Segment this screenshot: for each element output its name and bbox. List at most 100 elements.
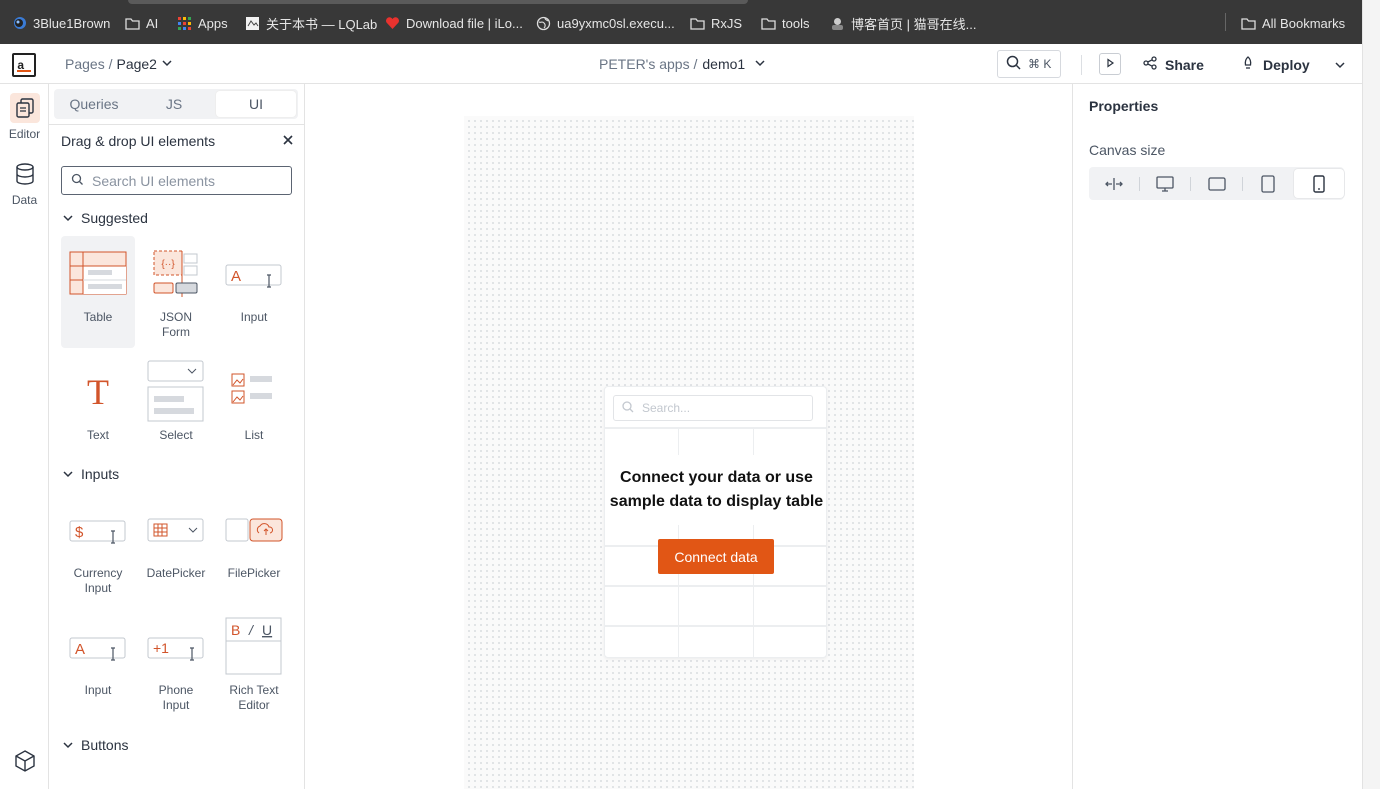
filepicker-widget-icon — [217, 492, 291, 566]
folder-icon — [1241, 16, 1256, 31]
3b1b-icon — [12, 16, 27, 31]
app-window: { "bookmarks": [ {"label": "3Blue1Brown"… — [0, 0, 1380, 789]
section-inputs[interactable]: Inputs — [63, 466, 119, 482]
editor-pages-icon — [9, 93, 40, 123]
widget-card-rich-text-editor[interactable]: B / U Rich Text Editor — [217, 609, 291, 713]
widget-card-json-form[interactable]: {··} JSON Form — [139, 236, 213, 340]
text-widget-icon: T — [61, 354, 135, 428]
bookmark-tools[interactable]: tools — [761, 14, 809, 32]
tab-queries[interactable]: Queries — [54, 89, 134, 119]
table-widget[interactable]: Search... Connect your data or use sampl… — [604, 386, 827, 658]
input-widget-icon: A — [217, 236, 291, 310]
bookmark-rxjs[interactable]: RxJS — [690, 14, 742, 32]
folder-icon — [125, 16, 140, 31]
widget-card-datepicker[interactable]: DatePicker — [139, 492, 213, 581]
workspace-name: PETER's apps / — [599, 56, 698, 72]
chevron-down-icon — [63, 466, 73, 482]
widget-card-select[interactable]: Select — [139, 354, 213, 443]
database-icon — [10, 159, 40, 189]
input-widget-icon: A — [61, 609, 135, 683]
chevron-down-icon — [63, 210, 73, 226]
widget-card-phone-input[interactable]: +1 Phone Input — [139, 609, 213, 713]
section-suggested[interactable]: Suggested — [63, 210, 148, 226]
window-edge-scrollbar — [1362, 0, 1380, 789]
widget-card-currency-input[interactable]: $ Currency Input — [61, 492, 135, 596]
page-breadcrumb[interactable]: Pages / Page2 — [65, 56, 173, 72]
widget-card-input-2[interactable]: A Input — [61, 609, 135, 698]
svg-text:B: B — [231, 622, 240, 638]
chevron-down-icon — [161, 56, 173, 72]
bookmark-lqlab[interactable]: 关于本书 — LQLab — [245, 14, 377, 32]
app-title[interactable]: PETER's apps / demo1 — [599, 56, 766, 72]
app-header: a_ Pages / Page2 PETER's apps / demo1 ⌘ … — [0, 44, 1362, 84]
widget-card-input[interactable]: A Input — [217, 236, 291, 325]
bookmark-3blue1brown[interactable]: 3Blue1Brown — [12, 14, 110, 32]
svg-text:{··}: {··} — [161, 259, 175, 270]
site-favicon-icon — [245, 16, 260, 31]
deploy-button[interactable]: Deploy — [1241, 56, 1310, 73]
widget-card-text[interactable]: T Text — [61, 354, 135, 443]
json-form-widget-icon: {··} — [139, 236, 213, 310]
preview-button[interactable] — [1099, 53, 1121, 75]
widget-search-field[interactable] — [61, 166, 292, 195]
connect-data-button[interactable]: Connect data — [658, 539, 774, 574]
rich-text-editor-widget-icon: B / U — [217, 609, 291, 683]
tab-js[interactable]: JS — [134, 89, 214, 119]
close-icon[interactable] — [282, 133, 294, 150]
widget-card-table[interactable]: Table — [61, 236, 135, 348]
properties-title: Properties — [1089, 98, 1159, 114]
list-widget-icon — [217, 354, 291, 428]
editor-tabs: Queries JS UI — [54, 89, 298, 119]
bookmark-ai[interactable]: AI — [125, 14, 158, 32]
widgets-panel: Queries JS UI Drag & drop UI elements Su… — [49, 84, 305, 789]
widget-card-filepicker[interactable]: FilePicker — [217, 492, 291, 581]
chevron-down-icon — [63, 737, 73, 753]
table-search-field[interactable]: Search... — [613, 395, 813, 421]
tabs-divider — [49, 124, 305, 125]
section-buttons[interactable]: Buttons — [63, 737, 128, 753]
search-icon — [71, 173, 84, 189]
app-name: demo1 — [702, 56, 746, 72]
search-shortcut: ⌘ K — [1028, 57, 1052, 71]
currency-input-widget-icon: $ — [61, 492, 135, 566]
bookmarks-separator — [1225, 13, 1226, 31]
heart-favicon-icon — [385, 16, 400, 31]
select-widget-icon — [139, 354, 213, 428]
datepicker-widget-icon — [139, 492, 213, 566]
widget-card-list[interactable]: List — [217, 354, 291, 443]
mobile-icon[interactable] — [1293, 169, 1345, 198]
canvas-size-selector — [1089, 167, 1345, 200]
svg-text:$: $ — [75, 524, 84, 541]
avatar-favicon-icon — [830, 16, 845, 31]
chevron-down-icon — [754, 56, 766, 72]
share-button[interactable]: Share — [1143, 56, 1204, 73]
search-icon — [1006, 55, 1021, 73]
current-page-name: Page2 — [116, 56, 157, 72]
rail-packages[interactable] — [0, 746, 49, 776]
share-icon — [1143, 56, 1157, 73]
folder-icon — [761, 16, 776, 31]
tablet-portrait-icon[interactable] — [1243, 169, 1293, 198]
appsmith-logo[interactable]: a_ — [12, 53, 36, 77]
svg-text:+1: +1 — [153, 640, 169, 656]
bookmark-download-file[interactable]: Download file | iLo... — [385, 14, 523, 32]
omnibar-search-button[interactable]: ⌘ K — [997, 50, 1061, 78]
bookmark-apps[interactable]: Apps — [177, 14, 228, 32]
rail-data[interactable]: Data — [0, 159, 49, 207]
all-bookmarks-button[interactable]: All Bookmarks — [1241, 14, 1345, 32]
apps-grid-icon — [177, 16, 192, 31]
desktop-icon[interactable] — [1140, 169, 1190, 198]
svg-text:U: U — [262, 622, 272, 638]
bookmark-blog[interactable]: 博客首页 | 猫哥在线... — [830, 14, 976, 32]
tablet-landscape-icon[interactable] — [1191, 169, 1241, 198]
rail-editor[interactable]: Editor — [0, 93, 49, 141]
bookmark-execute-api[interactable]: ua9yxmc0sl.execu... — [536, 14, 675, 32]
phone-input-widget-icon: +1 — [139, 609, 213, 683]
table-search-placeholder: Search... — [642, 401, 691, 415]
header-divider — [1081, 55, 1082, 75]
tab-ui[interactable]: UI — [216, 91, 296, 117]
fluid-width-icon[interactable] — [1089, 169, 1139, 198]
widget-search-input[interactable] — [92, 172, 282, 189]
folder-icon — [690, 16, 705, 31]
deploy-options-chevron-icon[interactable] — [1334, 58, 1346, 76]
